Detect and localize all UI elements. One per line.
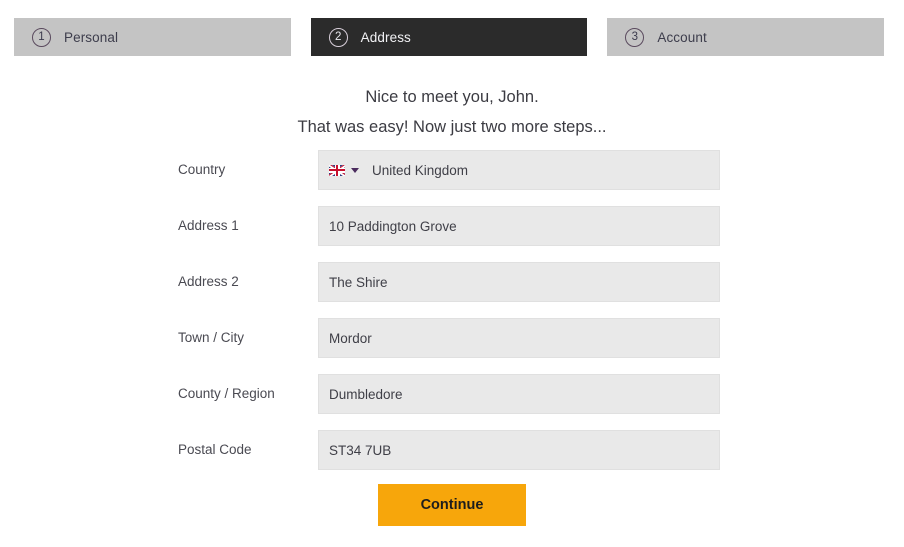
- greeting-line-2: That was easy! Now just two more steps..…: [297, 118, 607, 136]
- flag-united-kingdom-icon: [329, 164, 345, 176]
- step-label: Personal: [64, 29, 119, 45]
- county-region-input[interactable]: Dumbledore: [318, 374, 720, 414]
- label-postal-code: Postal Code: [178, 442, 252, 457]
- wizard-step-address[interactable]: 2 Address: [310, 18, 588, 56]
- form-row-county-region: County / Region Dumbledore: [0, 374, 904, 414]
- address-1-value: 10 Paddington Grove: [329, 218, 457, 234]
- form-row-country: Country United Kingdom: [0, 150, 904, 190]
- chevron-down-icon[interactable]: [351, 167, 359, 173]
- postal-code-value: ST34 7UB: [329, 442, 392, 458]
- wizard-step-account[interactable]: 3 Account: [607, 18, 885, 56]
- signup-wizard-page: 1 Personal 2 Address 3 Account Nice to m…: [0, 0, 904, 547]
- step-number-badge: 2: [328, 27, 348, 47]
- step-number-badge: 1: [32, 27, 51, 47]
- wizard-step-bar: 1 Personal 2 Address 3 Account: [14, 18, 885, 56]
- town-city-value: Mordor: [329, 330, 372, 346]
- continue-button[interactable]: Continue: [378, 484, 526, 526]
- country-select[interactable]: United Kingdom: [318, 150, 720, 190]
- form-row-postal-code: Postal Code ST34 7UB: [0, 430, 904, 470]
- address-form: Country United Kingdom Address 1 10 Padd…: [0, 150, 904, 486]
- label-address-1: Address 1: [178, 218, 239, 233]
- postal-code-input[interactable]: ST34 7UB: [318, 430, 720, 470]
- step-label: Account: [657, 29, 707, 45]
- step-number-badge: 3: [625, 27, 645, 47]
- greeting-line-1: Nice to meet you, John.: [365, 88, 539, 106]
- county-region-value: Dumbledore: [329, 386, 403, 402]
- greeting-block: Nice to meet you, John. That was easy! N…: [0, 82, 904, 142]
- label-town-city: Town / City: [178, 330, 245, 345]
- address-2-value: The Shire: [329, 274, 388, 290]
- step-label: Address: [360, 29, 411, 45]
- form-actions: Continue: [0, 484, 904, 526]
- form-row-address-1: Address 1 10 Paddington Grove: [0, 206, 904, 246]
- address-1-input[interactable]: 10 Paddington Grove: [318, 206, 720, 246]
- label-address-2: Address 2: [178, 274, 239, 289]
- country-value: United Kingdom: [372, 162, 469, 178]
- label-county-region: County / Region: [178, 386, 275, 401]
- wizard-step-personal[interactable]: 1 Personal: [14, 18, 291, 56]
- address-2-input[interactable]: The Shire: [318, 262, 720, 302]
- form-row-town-city: Town / City Mordor: [0, 318, 904, 358]
- label-country: Country: [178, 162, 226, 177]
- form-row-address-2: Address 2 The Shire: [0, 262, 904, 302]
- town-city-input[interactable]: Mordor: [318, 318, 720, 358]
